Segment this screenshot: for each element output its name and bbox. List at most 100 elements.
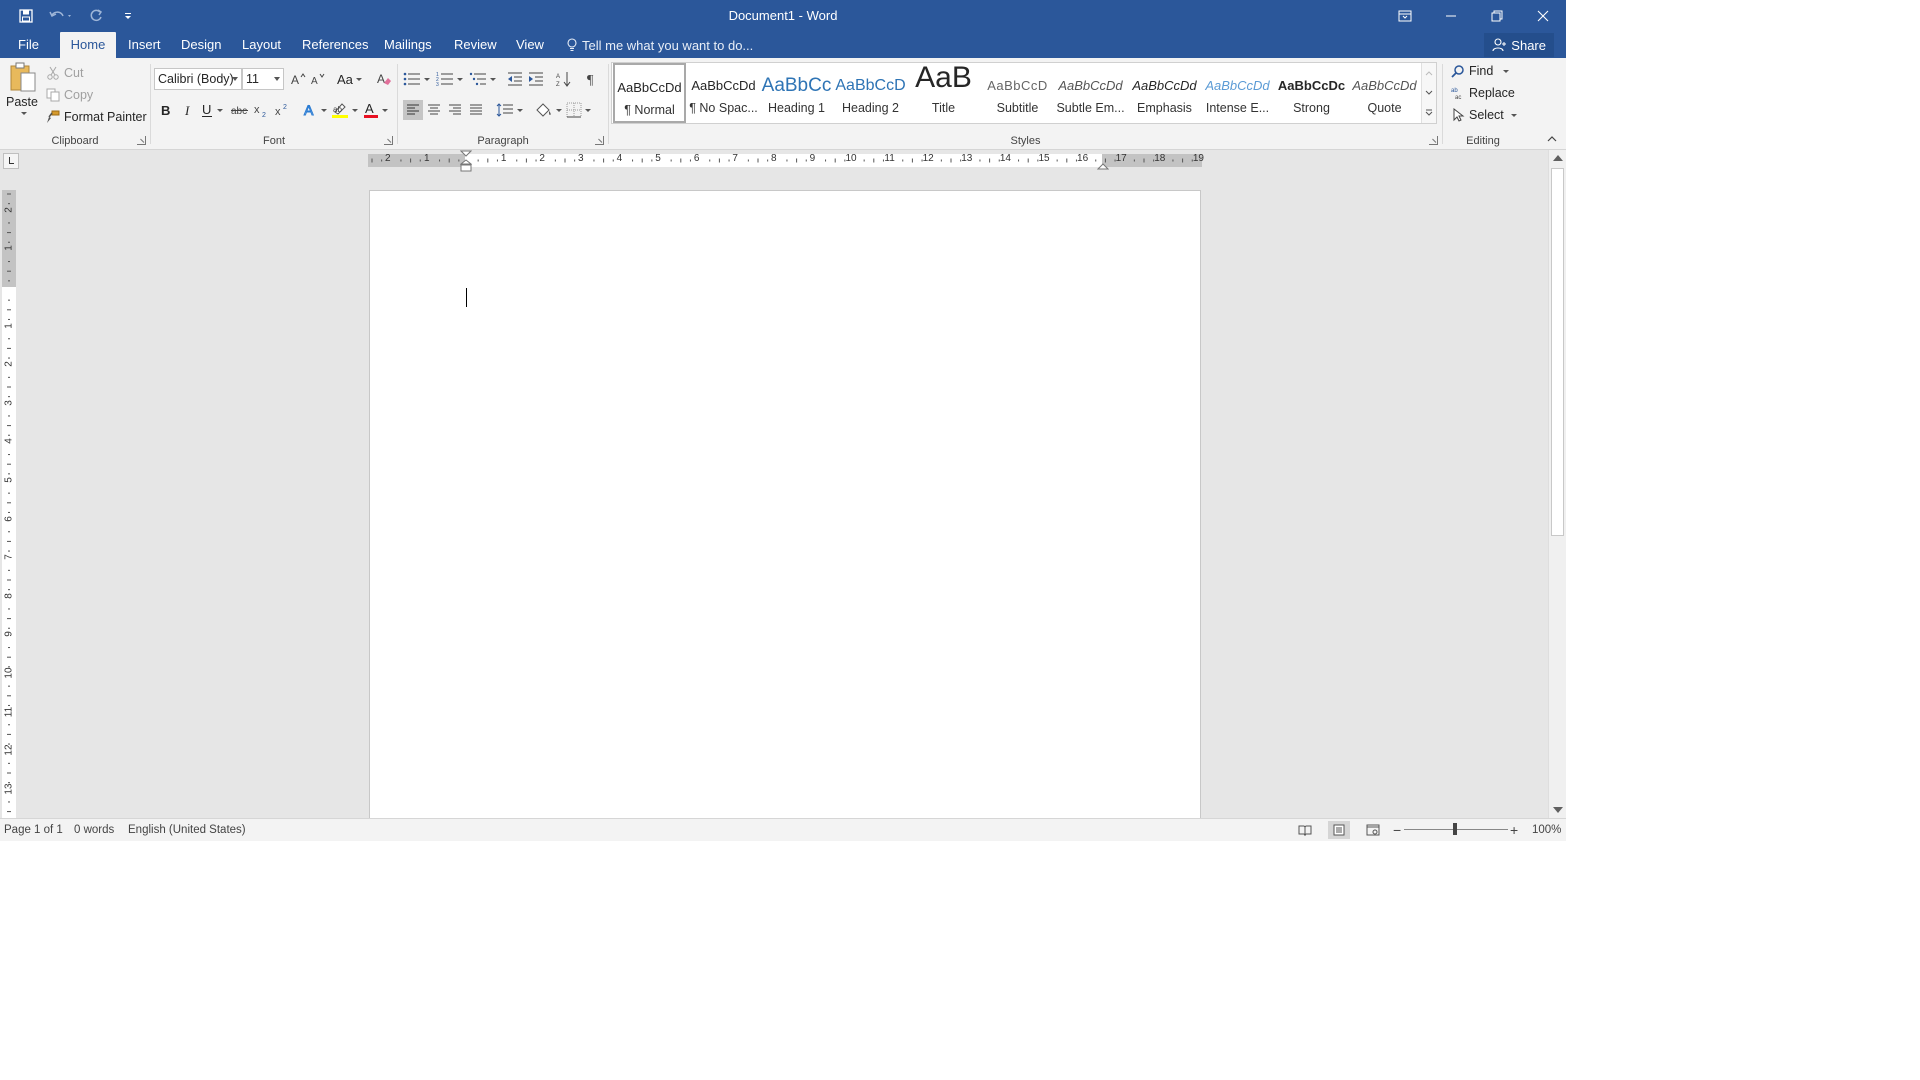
gallery-up-icon[interactable] (1422, 63, 1436, 83)
collapse-ribbon-icon[interactable] (1546, 134, 1558, 144)
line-spacing-button[interactable] (496, 100, 523, 120)
style-heading-1[interactable]: AaBbCc Heading 1 (760, 63, 833, 123)
horizontal-ruler[interactable]: 2 1 1 2 3 4 5 6 7 8 9 10 11 12 13 14 15 16 17 18 19 (368, 153, 1204, 167)
web-layout-button[interactable] (1362, 821, 1384, 839)
style-intense-emphasis[interactable]: AaBbCcDd Intense E... (1201, 63, 1274, 123)
highlight-button[interactable]: ab (331, 100, 358, 120)
grow-font-button[interactable]: A (289, 70, 307, 88)
format-painter-button[interactable]: Format Painter (46, 108, 147, 126)
paste-button[interactable]: Paste (4, 60, 40, 128)
italic-button[interactable]: I (179, 100, 197, 120)
copy-button[interactable]: Copy (46, 86, 93, 104)
tab-references[interactable]: References (292, 32, 378, 58)
style-heading-2[interactable]: AaBbCcD Heading 2 (834, 63, 907, 123)
document-page[interactable] (369, 190, 1201, 818)
zoom-in-button[interactable]: + (1510, 819, 1518, 841)
style-no-spacing[interactable]: AaBbCcDd ¶ No Spac... (687, 63, 760, 123)
ruler-number: 9 (809, 153, 816, 164)
font-launcher-icon[interactable] (384, 136, 393, 145)
tab-insert[interactable]: Insert (118, 32, 171, 58)
ribbon-display-options-icon[interactable] (1382, 0, 1428, 32)
print-layout-button[interactable] (1328, 821, 1350, 839)
style-quote[interactable]: AaBbCcDd Quote (1348, 63, 1421, 123)
justify-button[interactable] (466, 100, 486, 120)
change-case-button[interactable]: Aa (337, 70, 362, 88)
align-right-button[interactable] (445, 100, 465, 120)
style-emphasis[interactable]: AaBbCcDd Emphasis (1128, 63, 1201, 123)
shading-button[interactable] (535, 100, 562, 120)
tab-review[interactable]: Review (444, 32, 507, 58)
subscript-button[interactable]: x2 (252, 100, 270, 120)
gallery-down-icon[interactable] (1422, 83, 1436, 103)
font-size-combo[interactable]: 11 (242, 68, 284, 90)
zoom-out-button[interactable]: − (1393, 819, 1401, 841)
underline-button[interactable]: U (200, 100, 223, 120)
superscript-button[interactable]: x2 (273, 100, 291, 120)
font-color-button[interactable]: A (363, 100, 388, 120)
align-center-button[interactable] (424, 100, 444, 120)
scroll-thumb[interactable] (1551, 168, 1564, 536)
style-strong[interactable]: AaBbCcDc Strong (1275, 63, 1348, 123)
cut-button[interactable]: Cut (46, 64, 83, 82)
replace-button[interactable]: ab ac Replace (1451, 84, 1515, 102)
bullets-button[interactable] (403, 69, 430, 89)
vertical-scrollbar[interactable] (1548, 150, 1566, 818)
share-button[interactable]: Share (1484, 33, 1554, 57)
tab-design[interactable]: Design (171, 32, 231, 58)
align-left-button[interactable] (403, 100, 423, 120)
borders-button[interactable] (566, 100, 591, 120)
chevron-down-icon (232, 77, 238, 81)
tab-mailings[interactable]: Mailings (374, 32, 442, 58)
multilevel-list-button[interactable] (469, 69, 496, 89)
decrease-indent-button[interactable] (506, 69, 524, 89)
tab-file[interactable]: File (8, 32, 49, 58)
zoom-level[interactable]: 100% (1532, 819, 1561, 841)
zoom-slider-thumb[interactable] (1453, 823, 1457, 835)
tab-home[interactable]: Home (60, 32, 116, 58)
page-count[interactable]: Page 1 of 1 (4, 819, 63, 841)
chevron-down-icon (382, 108, 388, 112)
sort-button[interactable]: AZ (555, 69, 573, 89)
style-subtitle[interactable]: AaBbCcD Subtitle (981, 63, 1054, 123)
scroll-down-icon[interactable] (1553, 807, 1563, 813)
font-color-icon: A (364, 101, 378, 118)
select-button[interactable]: Select (1451, 106, 1517, 124)
find-button[interactable]: Find (1451, 62, 1510, 80)
svg-text:A: A (556, 74, 560, 80)
restore-icon[interactable] (1474, 0, 1520, 32)
shrink-font-button[interactable]: A (309, 70, 327, 88)
gallery-more-icon[interactable] (1422, 103, 1436, 123)
clipboard-launcher-icon[interactable] (137, 136, 146, 145)
tab-view[interactable]: View (506, 32, 554, 58)
paste-dropdown-icon[interactable] (20, 112, 27, 115)
svg-text:¶: ¶ (587, 73, 594, 87)
numbering-button[interactable]: 123 (436, 69, 463, 89)
word-count[interactable]: 0 words (74, 819, 114, 841)
svg-text:x: x (275, 106, 281, 118)
style-subtle-emphasis[interactable]: AaBbCcDd Subtle Em... (1054, 63, 1127, 123)
tell-me-search[interactable]: Tell me what you want to do... (566, 32, 753, 58)
close-icon[interactable] (1520, 0, 1566, 32)
style-name: Title (931, 101, 956, 115)
tab-layout[interactable]: Layout (232, 32, 291, 58)
tab-selector-icon[interactable] (3, 153, 19, 169)
show-formatting-button[interactable]: ¶ (584, 69, 600, 89)
scroll-up-icon[interactable] (1553, 155, 1563, 161)
minimize-icon[interactable] (1428, 0, 1474, 32)
style-name: Emphasis (1137, 101, 1192, 115)
read-mode-button[interactable] (1294, 821, 1316, 839)
bold-button[interactable]: B (157, 100, 175, 120)
style-title[interactable]: AaB Title (907, 63, 980, 123)
ruler-number: 19 (1192, 153, 1204, 164)
language[interactable]: English (United States) (128, 819, 246, 841)
styles-launcher-icon[interactable] (1429, 136, 1438, 145)
ruler-number: 8 (3, 593, 15, 599)
strikethrough-button[interactable]: abc (230, 100, 250, 120)
text-effects-button[interactable]: A (302, 100, 327, 120)
increase-indent-button[interactable] (527, 69, 545, 89)
paragraph-launcher-icon[interactable] (595, 136, 604, 145)
clear-formatting-button[interactable]: A (375, 70, 393, 88)
style-normal[interactable]: AaBbCcDd ¶ Normal (613, 63, 686, 123)
vertical-ruler[interactable]: 2 1 1 2 3 4 5 6 7 8 9 10 11 12 13 (2, 190, 16, 818)
font-name-combo[interactable]: Calibri (Body) (154, 68, 242, 90)
